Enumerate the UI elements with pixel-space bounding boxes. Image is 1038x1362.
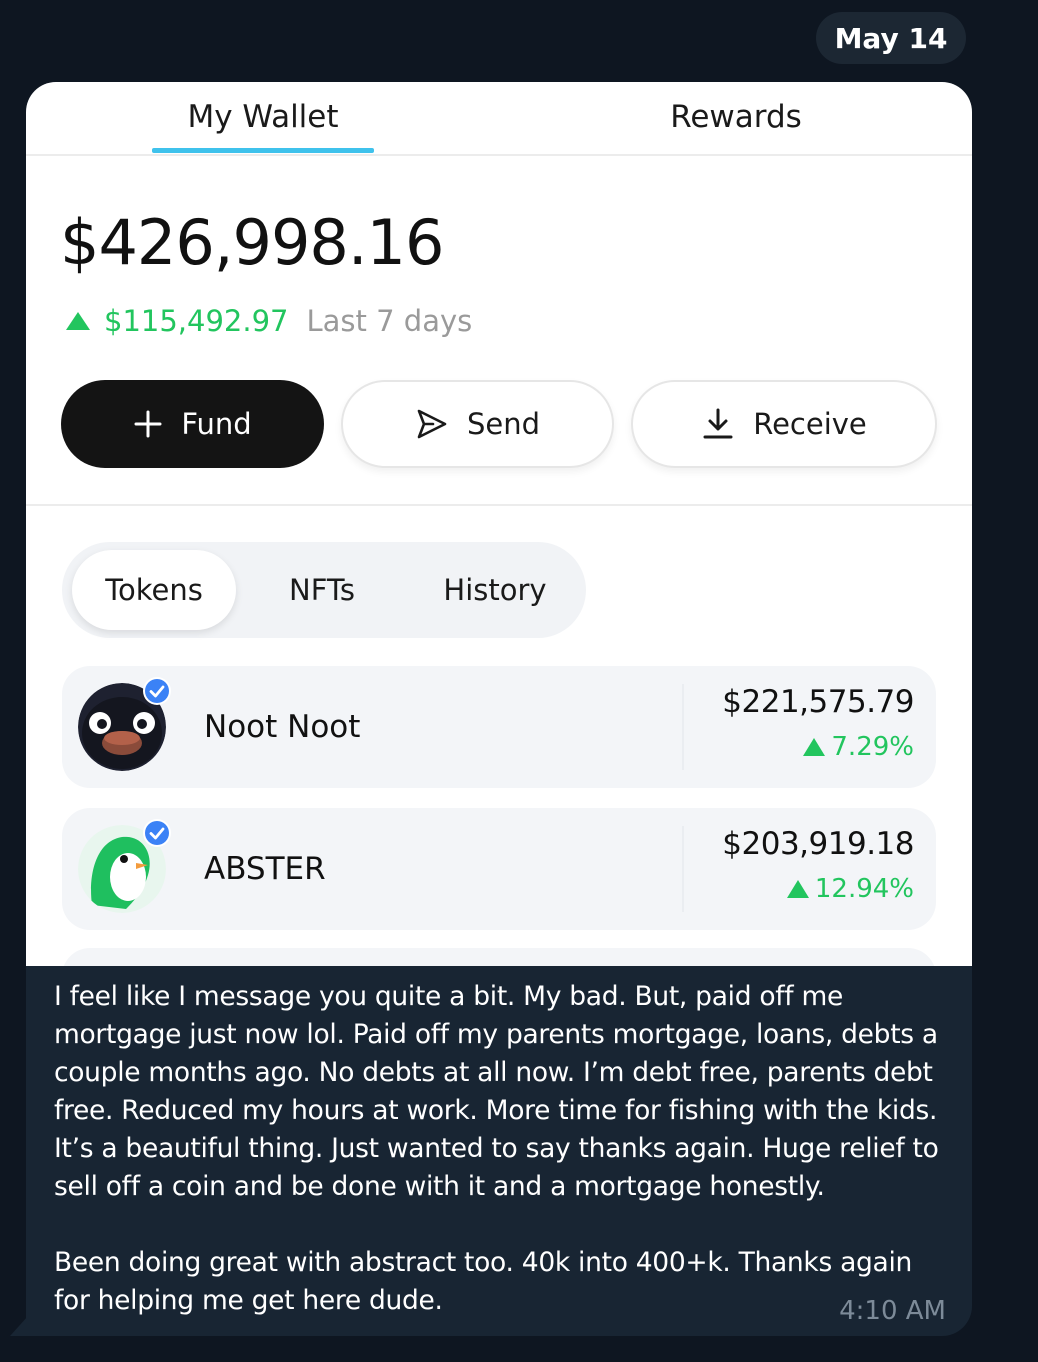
token-row-partial <box>62 948 936 966</box>
change-period: Last 7 days <box>306 304 473 338</box>
tab-rewards[interactable]: Rewards <box>616 82 856 152</box>
verified-badge-icon <box>142 676 172 706</box>
segment-tokens[interactable]: Tokens <box>72 550 236 630</box>
verified-badge-icon <box>142 818 172 848</box>
token-change-percent: 7.29% <box>831 732 914 762</box>
download-icon <box>701 407 735 441</box>
send-icon <box>415 407 449 441</box>
change-value: $115,492.97 <box>104 304 289 338</box>
message-bubble[interactable]: My Wallet Rewards $426,998.16 $115,492.9… <box>26 82 972 1336</box>
segment-history[interactable]: History <box>412 550 578 630</box>
send-label: Send <box>466 407 541 441</box>
asset-segment-control: Tokens NFTs History <box>62 542 586 638</box>
trend-up-icon <box>803 738 826 756</box>
token-value: $203,919.18 <box>722 826 914 862</box>
divider <box>682 826 684 912</box>
divider <box>26 154 972 156</box>
balance-change: $115,492.97 Last 7 days <box>66 304 472 338</box>
token-change: 12.94% <box>786 874 914 904</box>
divider <box>26 504 972 506</box>
token-change-percent: 12.94% <box>814 874 914 904</box>
segment-nfts[interactable]: NFTs <box>252 550 392 630</box>
send-button[interactable]: Send <box>341 380 614 468</box>
token-value: $221,575.79 <box>722 684 914 720</box>
plus-icon <box>133 409 163 439</box>
fund-label: Fund <box>181 407 252 441</box>
token-row[interactable]: ABSTER $203,919.18 12.94% <box>62 808 936 930</box>
token-row[interactable]: Noot Noot $221,575.79 7.29% <box>62 666 936 788</box>
receive-button[interactable]: Receive <box>631 380 937 468</box>
receive-label: Receive <box>753 407 867 441</box>
token-change: 7.29% <box>803 732 914 762</box>
fund-button[interactable]: Fund <box>61 380 324 468</box>
token-name: Noot Noot <box>204 709 361 745</box>
divider <box>682 684 684 770</box>
active-tab-indicator <box>152 148 374 153</box>
trend-up-icon <box>66 312 90 330</box>
date-pill: May 14 <box>816 12 966 64</box>
trend-up-icon <box>786 880 809 898</box>
message-text: I feel like I message you quite a bit. M… <box>54 981 939 1316</box>
wallet-balance: $426,998.16 <box>60 206 444 279</box>
wallet-screenshot[interactable]: My Wallet Rewards $426,998.16 $115,492.9… <box>26 82 972 966</box>
tab-my-wallet[interactable]: My Wallet <box>152 82 374 152</box>
message-time: 4:10 AM <box>839 1296 946 1326</box>
token-name: ABSTER <box>204 851 326 887</box>
